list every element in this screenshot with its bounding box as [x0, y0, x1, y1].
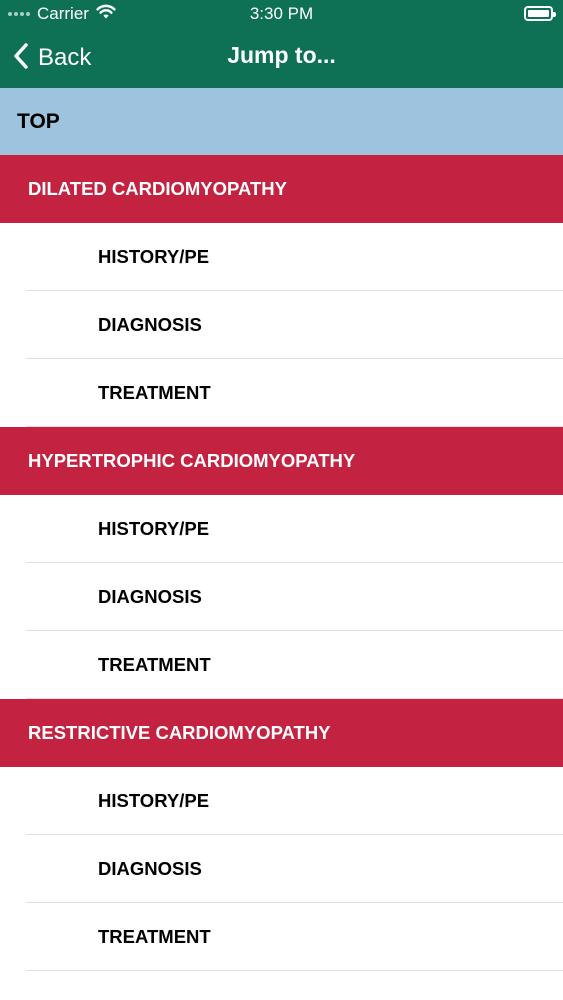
section-header[interactable]: RESTRICTIVE CARDIOMYOPATHY	[0, 699, 563, 767]
list-item[interactable]: HISTORY/PE	[0, 767, 563, 835]
list-item[interactable]: TREATMENT	[0, 359, 563, 427]
top-row[interactable]: TOP	[0, 88, 563, 155]
status-bar: Carrier 3:30 PM	[0, 0, 563, 28]
battery-icon	[524, 6, 556, 21]
list-item[interactable]: DIAGNOSIS	[0, 835, 563, 903]
section-header[interactable]: DILATED CARDIOMYOPATHY	[0, 155, 563, 223]
navigation-header: Carrier 3:30 PM Back Jump to...	[0, 0, 563, 88]
list-item[interactable]: HISTORY/PE	[0, 223, 563, 291]
list-item[interactable]: HISTORY/PE	[0, 495, 563, 563]
list-item[interactable]: DIAGNOSIS	[0, 291, 563, 359]
list-item[interactable]: TREATMENT	[0, 631, 563, 699]
list-item[interactable]: DIAGNOSIS	[0, 563, 563, 631]
section-header[interactable]: HYPERTROPHIC CARDIOMYOPATHY	[0, 427, 563, 495]
clock: 3:30 PM	[249, 4, 314, 23]
list-item[interactable]: TREATMENT	[0, 903, 563, 971]
jump-to-list: TOP DILATED CARDIOMYOPATHY HISTORY/PE DI…	[0, 88, 563, 971]
page-title: Jump to...	[227, 42, 336, 68]
